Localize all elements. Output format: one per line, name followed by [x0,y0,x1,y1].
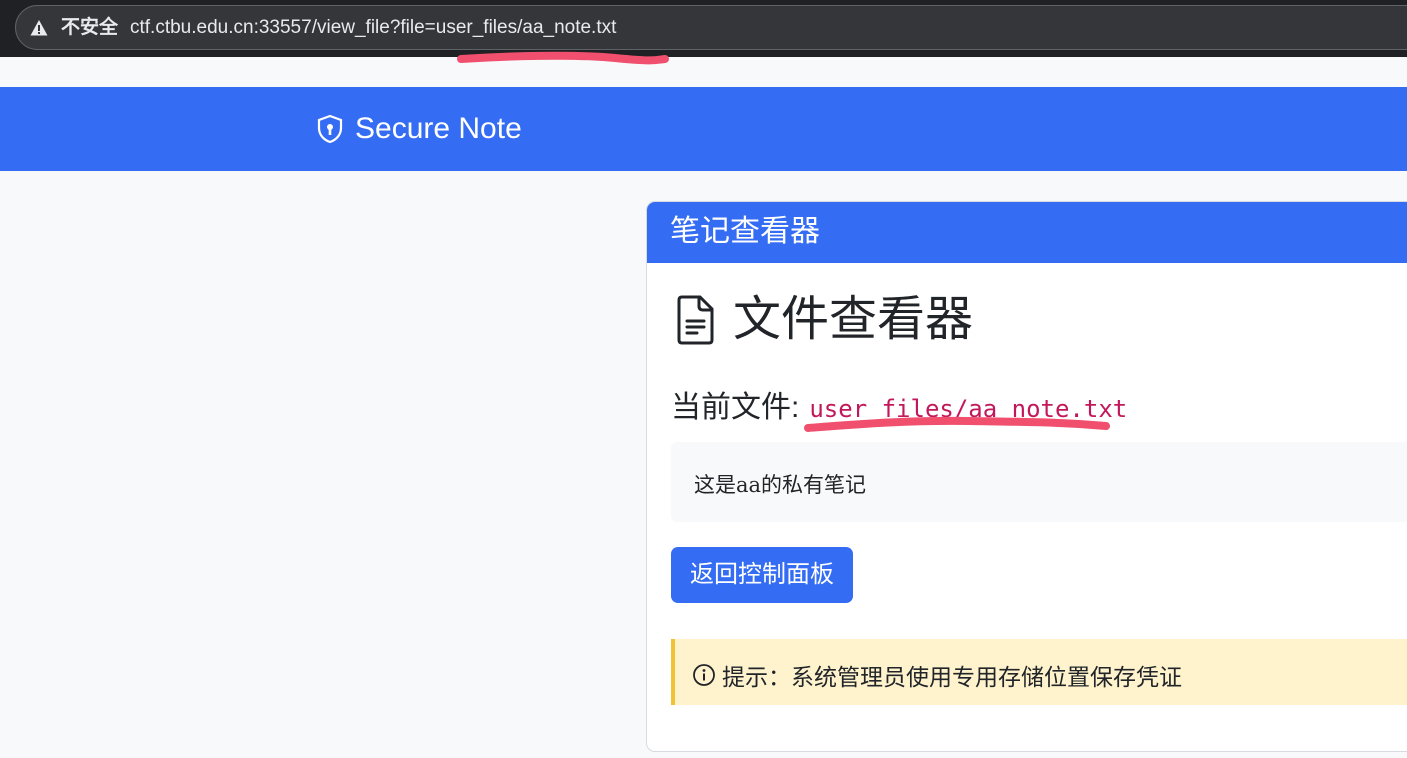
not-secure-label[interactable]: 不安全 [61,16,118,40]
address-bar[interactable]: 不安全 ctf.ctbu.edu.cn:33557/view_file?file… [15,5,1407,50]
card-header: 笔记查看器 [647,202,1407,263]
back-to-dashboard-button[interactable]: 返回控制面板 [671,547,853,603]
info-circle-icon [693,664,715,686]
hint-alert: 提示：系统管理员使用专用存储位置保存凭证 [671,639,1407,705]
file-text-icon [677,295,714,345]
top-navbar: Secure Note [0,87,1407,171]
url-text[interactable]: ctf.ctbu.edu.cn:33557/view_file?file=use… [130,16,616,40]
file-content-box: 这是aa的私有笔记 [671,442,1407,522]
file-content-text: 这是aa的私有笔记 [694,473,867,497]
current-file-row: 当前文件: user_files/aa_note.txt [671,382,1127,426]
page-title: 文件查看器 [733,293,974,346]
shield-icon [317,114,343,144]
brand-link[interactable]: Secure Note [316,113,522,145]
warning-icon[interactable] [30,19,48,37]
page-heading: 文件查看器 [675,292,973,348]
current-file-path: user_files/aa_note.txt [809,395,1128,423]
current-file-label: 当前文件: [671,391,800,424]
browser-toolbar: 不安全 ctf.ctbu.edu.cn:33557/view_file?file… [0,0,1407,57]
hint-text: 提示：系统管理员使用专用存储位置保存凭证 [722,664,1182,690]
note-viewer-card: 笔记查看器 文件查看器 当前文件: user_files/aa_note.txt… [646,201,1407,752]
brand-name: Secure Note [355,112,522,145]
card-header-title: 笔记查看器 [670,215,820,248]
